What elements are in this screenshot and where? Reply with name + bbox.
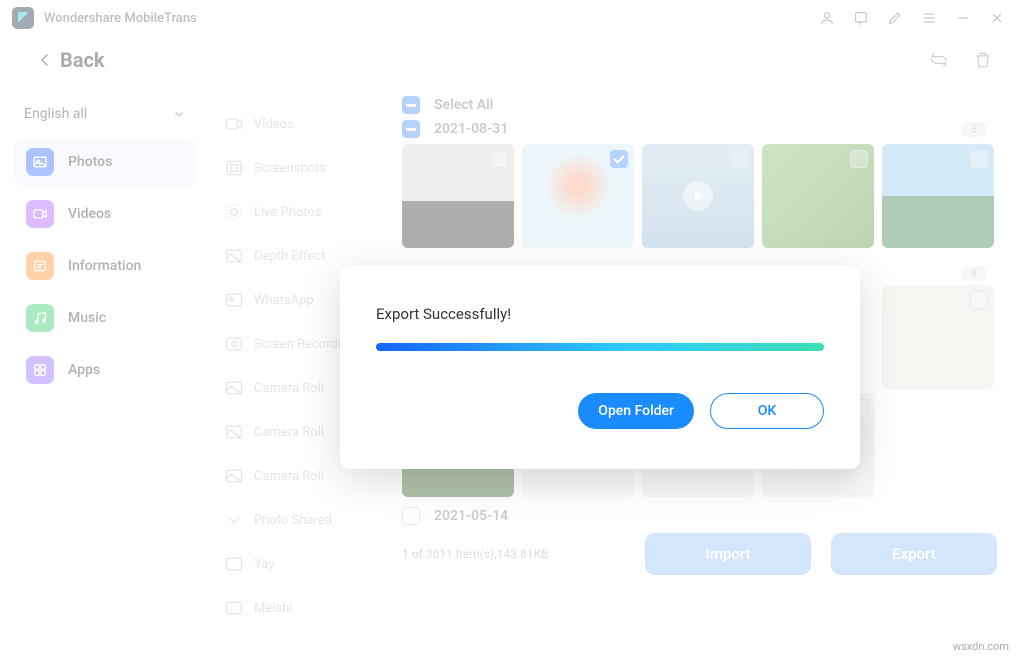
watermark: wsxdn.com — [953, 640, 1009, 653]
progress-bar — [376, 343, 824, 351]
ok-button[interactable]: OK — [710, 393, 824, 429]
open-folder-button[interactable]: Open Folder — [578, 393, 694, 429]
modal-title: Export Successfully! — [376, 305, 824, 323]
export-success-modal: Export Successfully! Open Folder OK — [340, 265, 860, 469]
